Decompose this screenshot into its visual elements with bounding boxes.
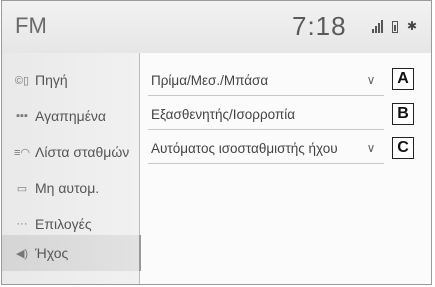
- sidebar-item-manual[interactable]: ▭ Μη αυτομ.: [2, 173, 139, 203]
- sidebar-item-label: Λίστα σταθμών: [35, 144, 130, 160]
- sidebar-item-label: Ήχος: [35, 245, 69, 261]
- favorites-icon: ▪▪▪: [16, 110, 28, 122]
- fader-balance-row[interactable]: Εξασθενητής/Ισορροπία: [148, 99, 384, 130]
- battery-icon: [392, 21, 398, 33]
- sidebar-item-source[interactable]: ©▯ Πηγή: [2, 65, 139, 95]
- sidebar-item-favorites[interactable]: ▪▪▪ Αγαπημένα: [2, 101, 139, 131]
- status-icons: ✱: [372, 19, 417, 33]
- manual-tuning-icon: ▭: [16, 182, 28, 195]
- sidebar-item-label: Αγαπημένα: [35, 108, 107, 124]
- source-icon: ©▯: [14, 74, 30, 87]
- sidebar-item-label: Μη αυτομ.: [35, 180, 100, 196]
- sidebar-item-sound[interactable]: ◀) Ήχος: [2, 235, 141, 271]
- clock: 7:18: [292, 11, 347, 41]
- sidebar-item-label: Επιλογές: [35, 216, 92, 232]
- page-title: FM: [15, 13, 47, 38]
- sidebar-item-label: Πηγή: [35, 72, 68, 88]
- row-label: Πρίμα/Μεσ./Μπάσα: [151, 72, 269, 88]
- header-bar: FM 7:18 ✱: [2, 1, 431, 53]
- callout-c: C: [392, 137, 414, 159]
- auto-sound-levelizer-row[interactable]: Αυτόματος ισοσταθμιστής ήχου ∨: [148, 133, 384, 164]
- callout-b: B: [392, 103, 414, 125]
- row-label: Εξασθενητής/Ισορροπία: [151, 106, 296, 122]
- sound-settings-panel: Πρίμα/Μεσ./Μπάσα ∨ Εξασθενητής/Ισορροπία…: [140, 53, 431, 284]
- screen-frame: FM 7:18 ✱ ©▯ Πηγή ▪▪▪ Αγαπημένα ≡◠ Λίστα…: [1, 0, 432, 285]
- signal-strength-icon: [372, 20, 383, 33]
- sidebar: ©▯ Πηγή ▪▪▪ Αγαπημένα ≡◠ Λίστα σταθμών ▭…: [2, 53, 141, 284]
- chevron-down-icon: ∨: [366, 141, 376, 155]
- options-icon: ···: [16, 218, 28, 230]
- callout-a: A: [392, 68, 414, 90]
- station-list-icon: ≡◠: [14, 146, 31, 159]
- chevron-down-icon: ∨: [366, 73, 376, 87]
- sidebar-item-station-list[interactable]: ≡◠ Λίστα σταθμών: [2, 137, 139, 167]
- speaker-icon: ◀): [15, 247, 29, 260]
- row-label: Αυτόματος ισοσταθμιστής ήχου: [151, 140, 338, 156]
- bluetooth-icon: ✱: [407, 19, 418, 33]
- treble-mid-bass-row[interactable]: Πρίμα/Μεσ./Μπάσα ∨: [148, 65, 384, 96]
